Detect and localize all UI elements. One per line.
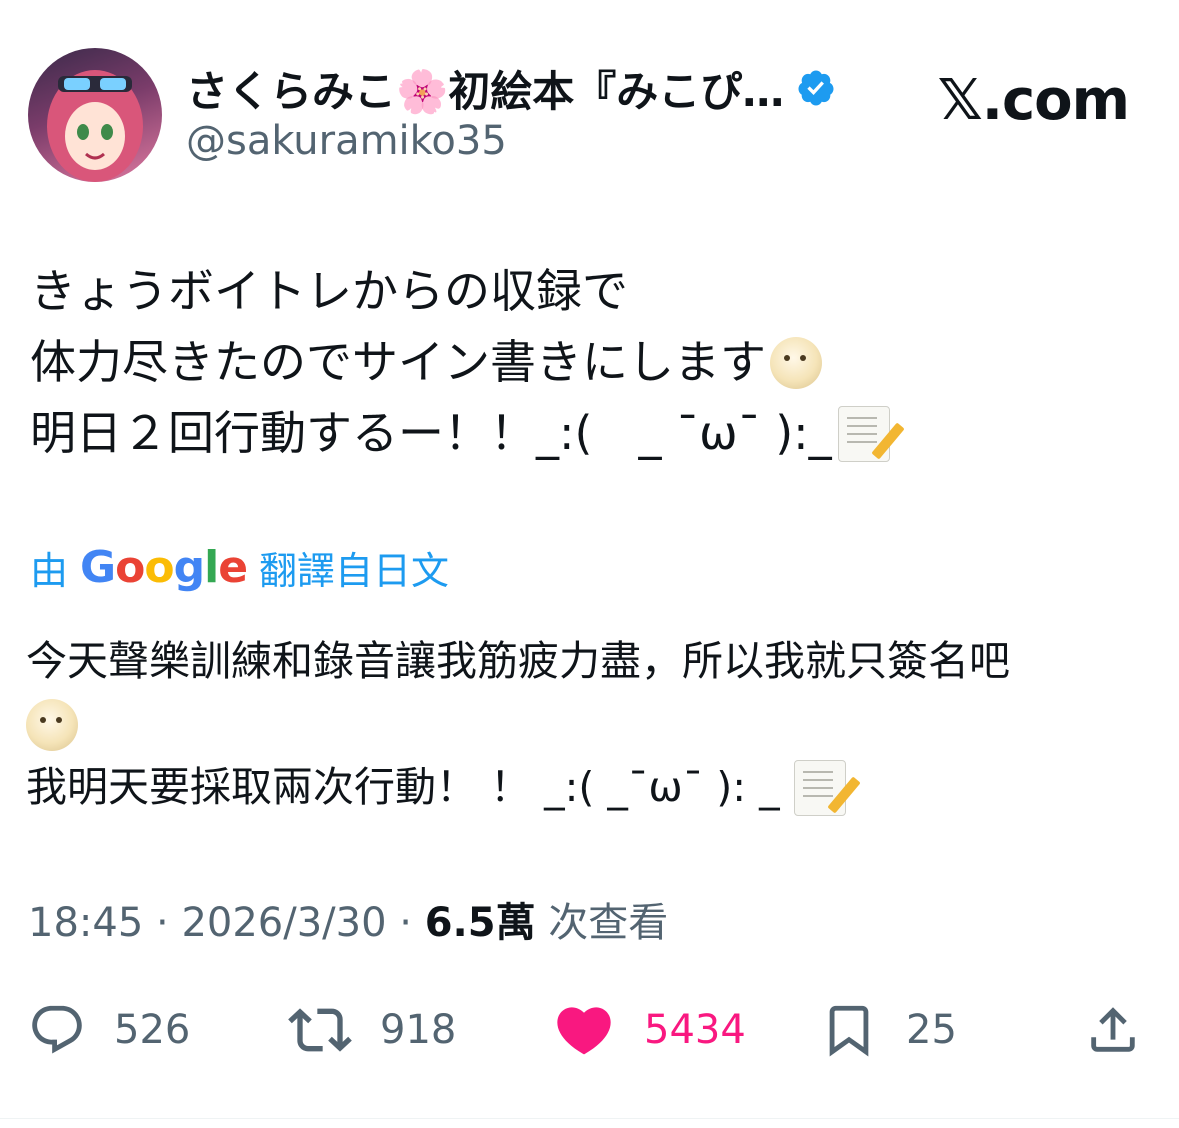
verified-badge-icon [798, 70, 834, 106]
tweet-line-text: きょうボイトレからの収録で [30, 264, 628, 318]
translation-source-language: 翻譯自日文 [259, 549, 450, 593]
translated-line: 我明天要採取兩次行動！ ！ _:( _ˉωˉ ): _ [26, 756, 1010, 819]
bookmark-count: 25 [906, 1007, 957, 1053]
tweet-time[interactable]: 18:45 [28, 900, 143, 946]
view-count-label: 次查看 [548, 900, 669, 946]
face-in-clouds-emoji-icon [770, 336, 822, 389]
action-bar: 526 918 5434 25 [0, 990, 1179, 1070]
avatar-image [47, 70, 143, 182]
tweet-meta: 18:45 · 2026/3/30 · 6.5萬 次查看 [28, 890, 668, 948]
translated-line: 今天聲樂訓練和錄音讓我筋疲力盡，所以我就只簽名吧 [26, 630, 1010, 693]
like-button[interactable]: 5434 [552, 990, 746, 1070]
tweet-line: 体力尽きたのでサイン書きにします [30, 327, 890, 398]
author-display-name[interactable]: さくらみこ🌸初絵本『みこぴ… [186, 58, 784, 119]
reply-count: 526 [114, 1007, 191, 1053]
repost-count: 918 [380, 1007, 457, 1053]
separator-dot: · [399, 900, 425, 946]
bookmark-button[interactable]: 25 [820, 990, 957, 1070]
reply-button[interactable]: 526 [28, 990, 190, 1070]
google-logo: Google [80, 542, 248, 593]
tweet-line: 明日２回行動するー！！_:( _ ˉωˉ ):_ [30, 398, 890, 469]
separator-dot: · [156, 900, 182, 946]
divider [0, 1118, 1179, 1119]
author-name-row[interactable]: さくらみこ🌸初絵本『みこぴ… [186, 58, 836, 118]
author-handle[interactable]: @sakuramiko35 [186, 118, 507, 164]
translated-text: 今天聲樂訓練和錄音讓我筋疲力盡，所以我就只簽名吧 我明天要採取兩次行動！ ！ _… [26, 630, 1010, 819]
x-logo: 𝕏.com [937, 68, 1130, 133]
translated-line-text: 今天聲樂訓練和錄音讓我筋疲力盡，所以我就只簽名吧 [26, 637, 1010, 685]
tweet-text: きょうボイトレからの収録で 体力尽きたのでサイン書きにします 明日２回行動するー… [30, 256, 890, 469]
repost-icon [288, 1008, 352, 1052]
translation-prefix: 由 [30, 549, 69, 593]
translated-line-text: 我明天要採取兩次行動！ ！ _:( _ˉωˉ ): _ [26, 763, 780, 811]
bookmark-icon [829, 1005, 869, 1057]
tweet-date[interactable]: 2026/3/30 [181, 900, 386, 946]
like-count: 5434 [644, 1007, 746, 1053]
share-icon [1091, 1007, 1135, 1052]
reply-icon [32, 1005, 82, 1054]
tweet-line-text: 体力尽きたのでサイン書きにします [30, 335, 766, 389]
avatar[interactable] [28, 48, 162, 182]
memo-emoji-icon [793, 759, 846, 816]
tweet-line: きょうボイトレからの収録で [30, 256, 890, 327]
translated-line [26, 693, 1010, 756]
tweet-line-text: 明日２回行動するー！！_:( _ ˉωˉ ):_ [30, 406, 832, 460]
translation-attribution[interactable]: 由 Google 翻譯自日文 [30, 540, 449, 595]
repost-button[interactable]: 918 [288, 990, 456, 1070]
share-button[interactable] [1084, 990, 1170, 1070]
face-in-clouds-emoji-icon [26, 698, 78, 751]
heart-filled-icon [557, 1007, 611, 1055]
memo-emoji-icon [837, 405, 890, 462]
view-count: 6.5萬 [424, 900, 536, 946]
